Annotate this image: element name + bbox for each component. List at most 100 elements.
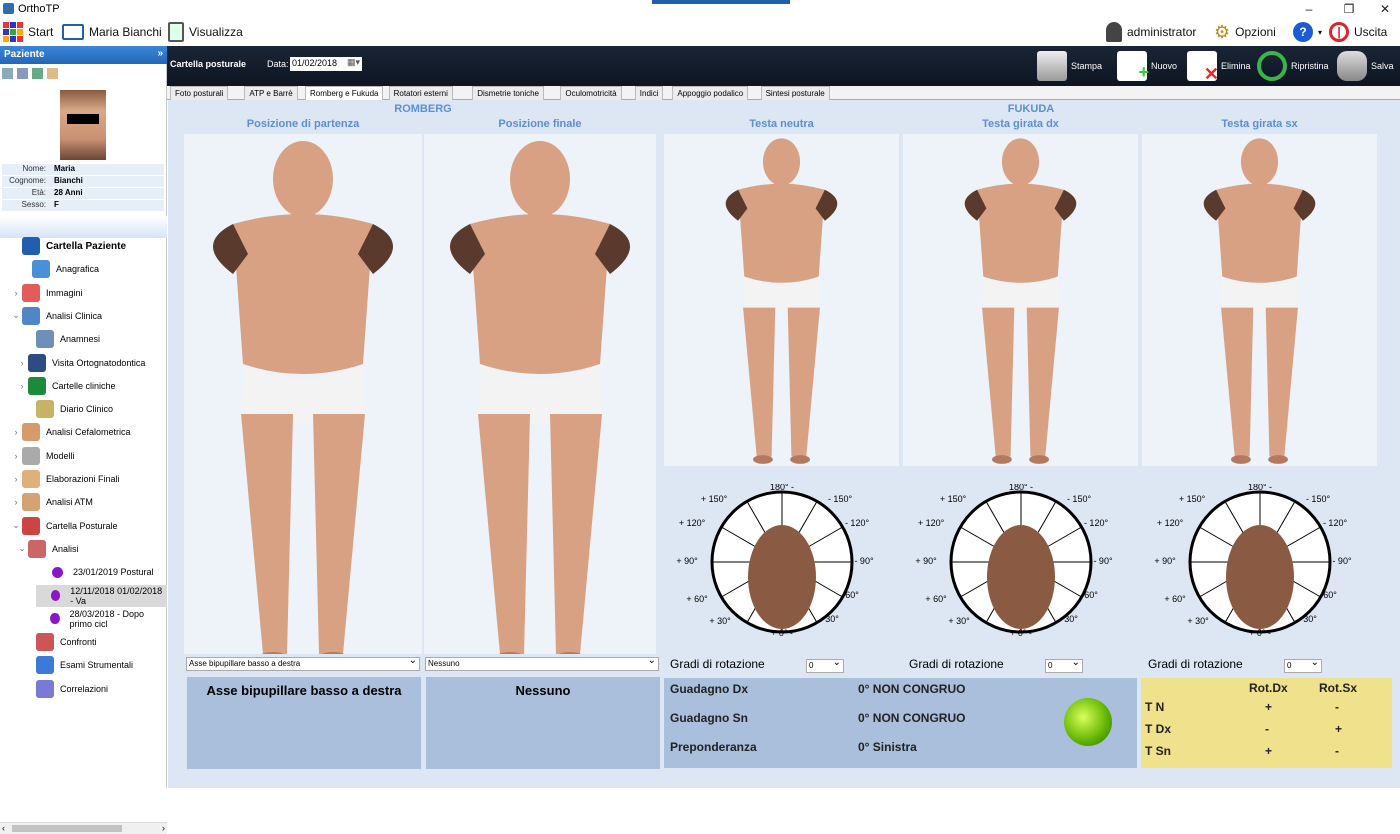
note-icon[interactable] [47,68,58,79]
rotation-degrees-dropdown[interactable]: 0 [806,659,844,673]
mail-icon[interactable] [17,68,28,79]
rotation-degrees-dropdown[interactable]: 0 [1284,659,1322,673]
delete-button[interactable]: ✕ Elimina [1187,48,1251,84]
print-small-icon[interactable] [2,68,13,79]
tree-item[interactable]: 28/03/2018 - Dopo primo cicl [0,608,167,630]
chevron-down-icon[interactable]: ⌄ [10,520,22,531]
tree-item[interactable]: Correlazioni [0,678,167,700]
tree-item[interactable]: ⌄ Cartella Posturale [0,515,167,537]
dial-label: - 90° [854,556,874,566]
rotation-row-sx: + [1335,722,1343,736]
romberg-start-dropdown[interactable]: Asse bipupillare basso a destra [186,657,420,671]
tree-item[interactable]: Anagrafica [0,258,167,280]
tab-indici[interactable]: Indici [634,86,664,100]
start-position-title: Posizione di partenza [246,118,360,130]
dial-label: + 30° [1187,616,1209,626]
tree-item-icon [22,237,40,255]
dial-label: + 0° - [1010,628,1032,638]
chevron-right-icon[interactable]: › [10,427,22,437]
options-button[interactable]: ⚙ Opzioni [1214,21,1276,43]
tab-foto-posturali[interactable]: Foto posturali [170,86,229,100]
new-document-icon: + [1117,51,1149,82]
exit-button[interactable]: | Uscita [1329,21,1387,43]
analysis-dot-icon [52,566,63,578]
date-picker[interactable]: 01/02/2018 ▦▾ [290,57,362,71]
patient-button[interactable]: Maria Bianchi [62,21,162,43]
help-button[interactable]: ? ▾ [1293,21,1322,43]
tree-item[interactable]: › Cartelle cliniche [0,375,167,397]
user-small-icon[interactable] [32,68,43,79]
chevron-down-icon[interactable]: ⌄ [10,310,22,321]
tree-item[interactable]: › Analisi ATM [0,491,167,513]
tree-item[interactable]: Confronti [0,631,167,653]
tree-item-label: Diario Clinico [60,404,114,415]
tab-rotatori-esterni[interactable]: Rotatori esterni [388,86,453,100]
gain-sn-value: 0° NON CONGRUO [858,711,966,725]
tree-item[interactable]: › Visita Ortognatodontica [0,352,167,374]
tree-item[interactable]: 12/11/2018 01/02/2018 - Va [36,584,167,607]
tree-item-label: 28/03/2018 - Dopo primo cicl [69,608,145,629]
romberg-end-dropdown[interactable]: Nessuno [425,657,659,671]
tree-item[interactable]: ⌄ Analisi Clinica [0,305,167,327]
tab-appoggio-podalico[interactable]: Appoggio podalico [672,86,749,100]
chevron-right-icon[interactable]: › [10,497,22,507]
restore-button[interactable]: Ripristina [1257,48,1329,84]
chevron-right-icon[interactable]: › [10,451,22,461]
chevron-down-icon: ▾ [1318,27,1323,37]
chevron-down-icon[interactable]: ⌄ [16,543,28,554]
horizontal-scrollbar[interactable]: ‹ › [0,822,167,834]
tab-dismetrie-toniche[interactable]: Dismetrie toniche [472,86,544,100]
tree-item[interactable]: Cartella Paziente [0,235,167,257]
tree-item[interactable]: Anamnesi [0,328,167,350]
dial-label: 180° - [1009,484,1033,492]
section-title: Cartella posturale [170,59,247,69]
tree-item[interactable]: ⌄ Analisi [0,538,167,560]
gain-dx-value: 0° NON CONGRUO [858,682,966,696]
dial-label: + 60° [925,594,947,604]
main-toolbar: Start Maria Bianchi Visualizza administr… [0,18,1400,46]
scroll-thumb[interactable] [12,825,122,832]
dial-label: - 120° [1084,518,1109,528]
tree-item-label: Confronti [60,637,97,648]
tree-item[interactable]: Diario Clinico [0,398,167,420]
help-icon: ? [1293,22,1313,42]
rotation-dial: 180° - - 150° - 120° - 90° 60° 30° + 0° - + 150… [664,482,899,640]
collapse-icon[interactable]: » [157,48,163,59]
tree-item-label: Anamnesi [60,334,101,345]
tree-item[interactable]: 23/01/2019 Postural [0,561,167,583]
close-button[interactable]: ✕ [1362,0,1400,18]
save-button[interactable]: Salva [1337,48,1394,84]
rotation-dial: 180° - - 150° - 120° - 90° 60° 30° + 0° - + 150… [903,482,1138,640]
tree-item-label: Analisi ATM [46,497,93,508]
print-button[interactable]: Stampa [1037,48,1102,84]
tree-item[interactable]: › Modelli [0,445,167,467]
dial-label: - 120° [1323,518,1348,528]
rotation-row-dx: + [1265,744,1273,758]
view-button[interactable]: Visualizza [168,21,243,43]
tree-item[interactable]: › Analisi Cefalometrica [0,421,167,443]
tree-item[interactable]: › Elaborazioni Finali [0,468,167,490]
user-button[interactable]: administrator [1106,21,1196,43]
rotation-row-dx: - [1265,722,1269,736]
tree-item-label: Analisi Clinica [46,310,103,321]
tab-oculomotricit-[interactable]: Oculomotricità [560,86,622,100]
chevron-right-icon[interactable]: › [16,358,28,368]
window-accent [652,0,790,4]
chevron-right-icon[interactable]: › [10,288,22,298]
rotation-degrees-dropdown[interactable]: 0 [1045,659,1083,673]
tree-item[interactable]: Esami Strumentali [0,654,167,676]
dial-label: + 0° - [1249,628,1271,638]
tab-atp-e-barr-[interactable]: ATP e Barrè [244,86,298,100]
tree-item-icon [28,376,46,395]
patient-photo [60,90,106,160]
tab-romberg-e-fukuda[interactable]: Romberg e Fukuda [305,86,384,100]
start-icon [3,22,23,42]
chevron-right-icon[interactable]: › [16,381,28,391]
tab-sintesi-posturale[interactable]: Sintesi posturale [760,86,830,100]
chevron-right-icon[interactable]: › [10,474,22,484]
patient-field-label: Nome: [22,164,46,173]
printer-icon [1037,51,1067,81]
new-button[interactable]: + Nuovo [1117,48,1177,84]
tree-item[interactable]: › Immagini [0,282,167,304]
start-button[interactable]: Start [3,21,53,43]
